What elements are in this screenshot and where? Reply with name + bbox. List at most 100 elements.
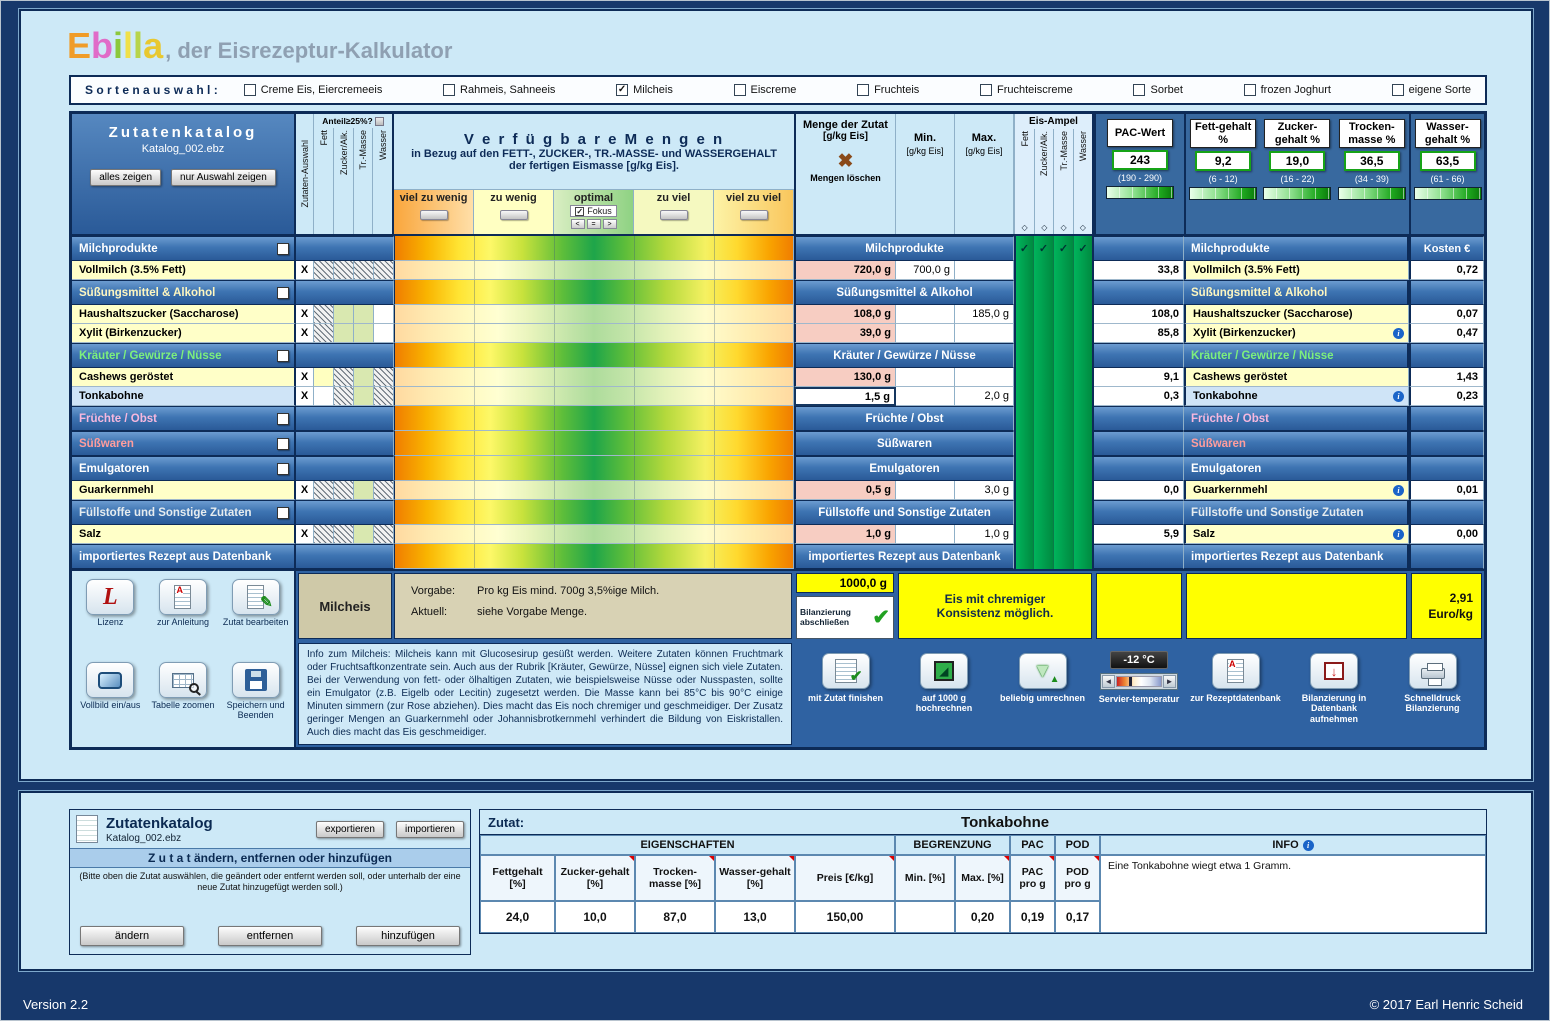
checkbox[interactable] (1133, 84, 1145, 96)
checkbox[interactable]: ✓ (575, 207, 584, 216)
amount-cell[interactable]: 0,5 g (794, 481, 896, 500)
min-cell[interactable] (896, 481, 955, 500)
ingredient-name-haushaltszucker-saccharose[interactable]: Haushaltszucker (Saccharose) (72, 305, 296, 324)
category-row-süßwaren[interactable]: Süßwaren (72, 431, 296, 456)
ingredient-name-cashews-geröstet[interactable]: Cashews geröstet (72, 368, 296, 387)
category-row-emulgatoren[interactable]: Emulgatoren (72, 456, 296, 481)
sorte-option-frozen-joghurt[interactable]: frozen Joghurt (1244, 84, 1331, 96)
amount-cell[interactable]: 108,0 g (794, 305, 896, 324)
change-button[interactable]: ändern (80, 926, 184, 946)
info-icon[interactable]: i (1393, 328, 1404, 339)
selection-mark[interactable]: X (296, 387, 314, 406)
show-all-button[interactable]: alles zeigen (90, 169, 161, 186)
zone-nav-button[interactable]: < (571, 219, 585, 229)
add-button[interactable]: hinzufügen (356, 926, 460, 946)
amount-cell[interactable]: 1,0 g (794, 525, 896, 544)
value-wassergehalt[interactable]: 13,0 (715, 901, 795, 933)
sorte-option-fruchteiscreme[interactable]: Fruchteiscreme (980, 84, 1073, 96)
zone-button[interactable] (420, 210, 448, 220)
value-zuckergehalt[interactable]: 10,0 (555, 901, 635, 933)
action-mit-zutat-finishen[interactable]: ✔mit Zutat finishen (799, 653, 893, 703)
clear-amounts-label[interactable]: Mengen löschen (810, 173, 881, 183)
clear-amounts-icon[interactable]: ✖ (838, 152, 854, 171)
sorte-option-eiscreme[interactable]: Eiscreme (734, 84, 797, 96)
min-cell[interactable] (896, 305, 955, 324)
checkbox[interactable] (244, 84, 256, 96)
category-row-süßungsmittel-alkohol[interactable]: Süßungsmittel & Alkohol (72, 280, 296, 305)
selection-mark[interactable]: X (296, 525, 314, 544)
max-cell[interactable]: 3,0 g (955, 481, 1014, 500)
sorte-option-fruchteis[interactable]: Fruchteis (857, 84, 919, 96)
value-max[interactable]: 0,20 (955, 901, 1010, 933)
ingredient-name-salz[interactable]: Salz (72, 525, 296, 544)
action-zur-rezeptdatenbank[interactable]: Azur Rezeptdatenbank (1189, 653, 1283, 703)
category-row-früchte-obst[interactable]: Früchte / Obst (72, 406, 296, 431)
slider-track[interactable] (1116, 676, 1162, 687)
checkbox[interactable] (980, 84, 992, 96)
min-cell[interactable] (896, 324, 955, 343)
min-cell[interactable] (896, 525, 955, 544)
sorte-option-creme-eis-eiercremeeis[interactable]: Creme Eis, Eiercremeeis (244, 84, 383, 96)
sorte-option-milcheis[interactable]: ✓Milcheis (616, 84, 673, 96)
finish-balancing-button[interactable]: Bilanzierung abschließen ✔ (796, 596, 894, 639)
action-auf-1000-g-hochrechnen[interactable]: ◢auf 1000 g hochrechnen (897, 653, 991, 714)
amount-cell[interactable]: 130,0 g (794, 368, 896, 387)
export-button[interactable]: exportieren (316, 821, 384, 838)
checkbox[interactable] (1392, 84, 1404, 96)
zone-button[interactable] (740, 210, 768, 220)
value-trockenmasse[interactable]: 87,0 (635, 901, 715, 933)
checkbox[interactable] (443, 84, 455, 96)
category-checkbox[interactable] (277, 243, 289, 255)
max-cell[interactable] (955, 261, 1014, 280)
action-beliebig-umrechnen[interactable]: ▼▲beliebig umrechnen (996, 653, 1090, 703)
selection-mark[interactable]: X (296, 261, 314, 280)
checkbox[interactable] (857, 84, 869, 96)
category-row-füllstoffe-und-sonstige-zutaten[interactable]: Füllstoffe und Sonstige Zutaten (72, 500, 296, 525)
checkbox[interactable] (734, 84, 746, 96)
tool-lizenz[interactable]: LLizenz (74, 579, 147, 656)
min-cell[interactable]: 700,0 g (896, 261, 955, 280)
temperature-slider[interactable]: ◄ ► (1100, 673, 1178, 690)
tool-zur-anleitung[interactable]: Azur Anleitung (147, 579, 220, 656)
zone-nav-button[interactable]: = (587, 219, 601, 229)
amount-cell[interactable]: 39,0 g (794, 324, 896, 343)
ingredient-name-xylit-birkenzucker[interactable]: Xylit (Birkenzucker) (72, 324, 296, 343)
tool-vollbild-ein-aus[interactable]: Vollbild ein/aus (74, 662, 147, 739)
category-checkbox[interactable] (277, 413, 289, 425)
tool-speichern-und-beenden[interactable]: Speichern und Beenden (219, 662, 292, 739)
zone-button[interactable] (500, 210, 528, 220)
info-icon[interactable]: i (1393, 529, 1404, 540)
ingredient-name-guarkernmehl[interactable]: Guarkernmehl (72, 481, 296, 500)
spinner-icon[interactable] (375, 117, 384, 126)
category-checkbox[interactable] (277, 438, 289, 450)
max-cell[interactable]: 1,0 g (955, 525, 1014, 544)
selection-mark[interactable]: X (296, 368, 314, 387)
min-cell[interactable] (896, 387, 955, 406)
category-checkbox[interactable] (277, 350, 289, 362)
slider-left-arrow[interactable]: ◄ (1102, 675, 1115, 688)
action-schnelldruck-bilanzierung[interactable]: Schnelldruck Bilanzierung (1386, 653, 1480, 714)
min-cell[interactable] (896, 368, 955, 387)
tool-tabelle-zoomen[interactable]: Tabelle zoomen (147, 662, 220, 739)
category-row-milchprodukte[interactable]: Milchprodukte (72, 236, 296, 261)
remove-button[interactable]: entfernen (218, 926, 322, 946)
category-row-kräuter-gewürze-nüsse[interactable]: Kräuter / Gewürze / Nüsse (72, 343, 296, 368)
zone-button[interactable] (660, 210, 688, 220)
value-preis[interactable]: 150,00 (795, 901, 895, 933)
category-checkbox[interactable] (277, 507, 289, 519)
ingredient-name-tonkabohne[interactable]: Tonkabohne (72, 387, 296, 406)
slider-right-arrow[interactable]: ► (1163, 675, 1176, 688)
checkbox[interactable]: ✓ (616, 84, 628, 96)
info-icon[interactable]: i (1393, 485, 1404, 496)
value-fettgehalt[interactable]: 24,0 (480, 901, 555, 933)
value-pac-pro-g[interactable]: 0,19 (1010, 901, 1055, 933)
import-button[interactable]: importieren (396, 821, 464, 838)
amount-cell[interactable]: 1,5 g (794, 387, 896, 406)
selection-mark[interactable]: X (296, 481, 314, 500)
max-cell[interactable] (955, 368, 1014, 387)
max-cell[interactable]: 185,0 g (955, 305, 1014, 324)
zone-nav-button[interactable]: > (603, 219, 617, 229)
action-bilanzierung-in-datenbank-aufnehmen[interactable]: ↓Bilanzierung in Datenbank aufnehmen (1287, 653, 1381, 724)
category-checkbox[interactable] (277, 463, 289, 475)
value-min[interactable] (895, 901, 955, 933)
